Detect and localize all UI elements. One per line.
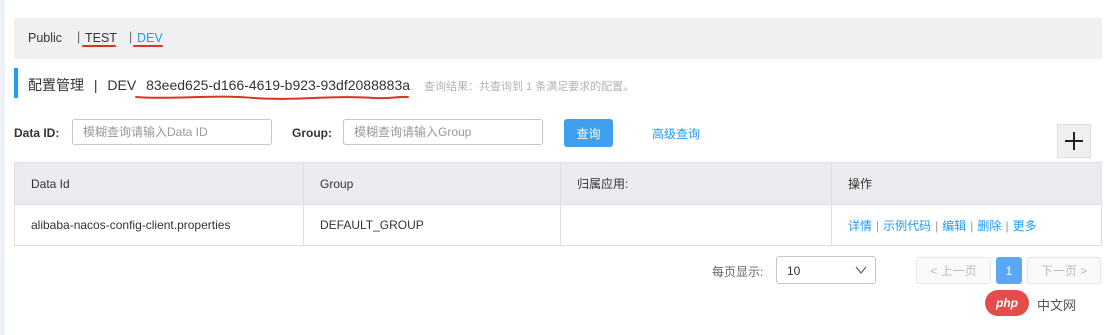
- group-input[interactable]: [343, 119, 543, 145]
- action-more-link[interactable]: 更多: [1013, 219, 1037, 233]
- action-separator: |: [1005, 218, 1009, 233]
- next-page-button[interactable]: 下一页 >: [1027, 257, 1101, 284]
- add-config-button[interactable]: [1057, 124, 1091, 158]
- namespace-public[interactable]: Public: [28, 31, 62, 45]
- action-edit-link[interactable]: 编辑: [942, 219, 966, 233]
- data-id-label: Data ID:: [14, 126, 60, 140]
- chevron-down-icon: [855, 266, 867, 275]
- page-size-label: 每页显示:: [712, 265, 764, 279]
- action-separator: |: [935, 218, 939, 233]
- left-edge-strip: [0, 0, 5, 335]
- column-header-app: 归属应用:: [560, 162, 832, 205]
- table-row: alibaba-nacos-config-client.properties D…: [14, 204, 1102, 246]
- annotation-underline-dev: [133, 45, 163, 47]
- plus-icon: [1065, 132, 1083, 150]
- column-header-data-id: Data Id: [14, 162, 304, 205]
- namespace-bar: Public | TEST | DEV: [14, 18, 1102, 59]
- namespace-test[interactable]: TEST: [85, 31, 117, 45]
- group-label: Group:: [292, 126, 332, 140]
- action-separator: |: [876, 218, 880, 233]
- config-table: Data Id Group 归属应用: 操作 alibaba-nacos-con…: [14, 162, 1102, 246]
- cell-group: DEFAULT_GROUP: [303, 204, 561, 246]
- cell-actions: 详情 | 示例代码 | 编辑 | 删除 | 更多: [831, 204, 1102, 246]
- annotation-underline-test: [82, 45, 116, 47]
- annotation-underline-namespace-id: [135, 95, 409, 100]
- page-title-text: 配置管理: [28, 77, 84, 93]
- namespace-dev[interactable]: DEV: [137, 31, 163, 45]
- title-accent-bar: [14, 68, 18, 98]
- php-cn-watermark: php 中文网: [983, 288, 1105, 318]
- php-logo: php: [985, 290, 1029, 316]
- namespace-separator: |: [129, 30, 133, 44]
- data-id-input[interactable]: [72, 119, 272, 145]
- action-delete-link[interactable]: 删除: [977, 219, 1001, 233]
- cell-app: [560, 204, 832, 246]
- prev-page-button[interactable]: < 上一页: [916, 257, 991, 284]
- query-result-text: 查询结果：共查询到 1 条满足要求的配置。: [424, 81, 635, 93]
- column-header-group: Group: [303, 162, 561, 205]
- table-header-row: Data Id Group 归属应用: 操作: [14, 162, 1102, 205]
- advanced-query-link[interactable]: 高级查询: [652, 125, 700, 142]
- cell-data-id: alibaba-nacos-config-client.properties: [14, 204, 304, 246]
- action-sample-code-link[interactable]: 示例代码: [883, 219, 931, 233]
- query-button[interactable]: 查询: [564, 119, 613, 147]
- namespace-name: DEV: [107, 77, 137, 93]
- namespace-separator: |: [77, 30, 81, 44]
- page-size-select[interactable]: 10: [776, 256, 876, 284]
- namespace-id: 83eed625-d166-4619-b923-93df2088883a: [146, 77, 411, 93]
- watermark-text: 中文网: [1037, 298, 1077, 313]
- title-divider: |: [93, 77, 98, 93]
- action-details-link[interactable]: 详情: [848, 219, 872, 233]
- page-size-value: 10: [787, 264, 801, 278]
- page-1-button[interactable]: 1: [996, 257, 1022, 284]
- action-separator: |: [970, 218, 974, 233]
- column-header-actions: 操作: [831, 162, 1102, 205]
